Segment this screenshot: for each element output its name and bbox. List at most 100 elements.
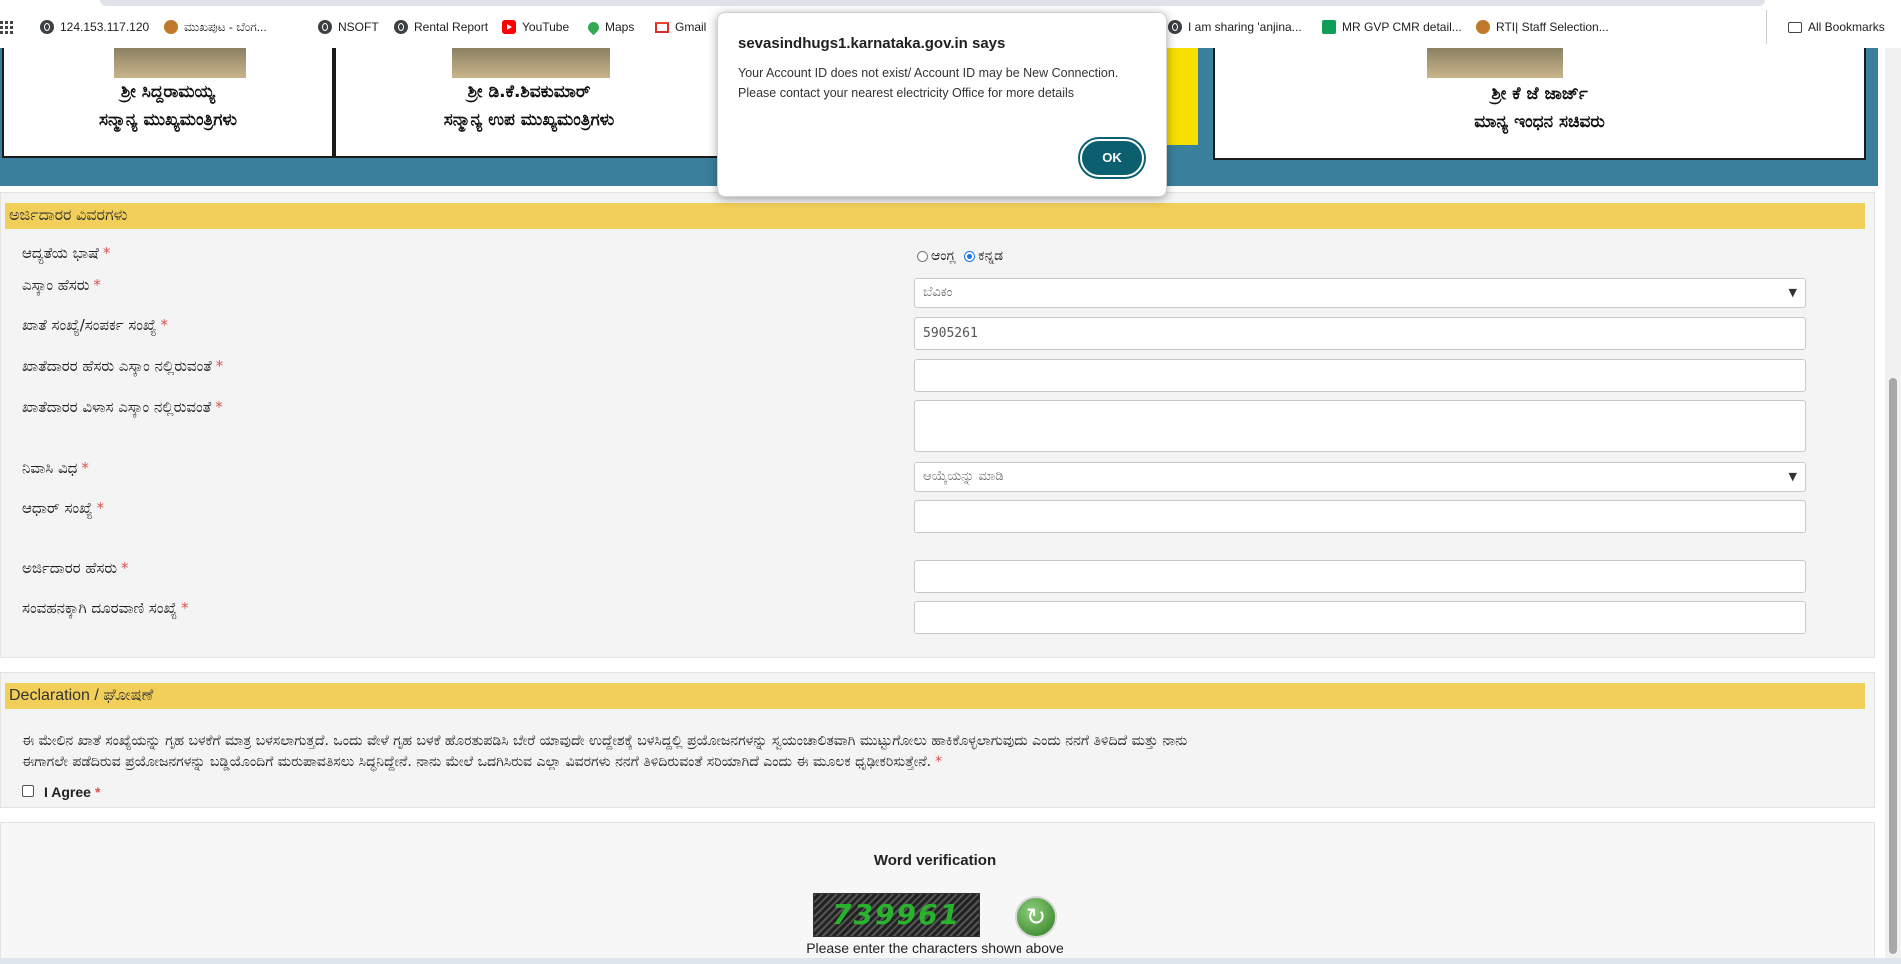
scrollbar[interactable]	[1885, 48, 1901, 964]
gmail-icon	[655, 21, 669, 33]
required-mark: *	[121, 559, 129, 577]
leader-title: ಸನ್ಮಾನ್ಯ ಉಪ ಮುಖ್ಯಮಂತ್ರಿಗಳು	[443, 110, 615, 130]
bookmark-item[interactable]: YouTube	[502, 16, 569, 38]
bookmark-item[interactable]: Maps	[585, 16, 635, 38]
holder-name-label: ಖಾತೆದಾರರ ಹೆಸರು ಎಸ್ಕಾಂ ನಲ್ಲಿರುವಂತೆ *	[22, 357, 223, 375]
language-label: ಆದ್ಯತೆಯ ಭಾಷೆ *	[22, 244, 110, 262]
label-text: ಖಾತೆ ಸಂಖ್ಯೆ/ಸಂಪರ್ಕ ಸಂಖ್ಯೆ	[22, 316, 157, 334]
bookmark-label: ಮುಖಪುಟ - ಬೆಂಗ...	[184, 19, 267, 34]
agree-label: I Agree *	[44, 784, 100, 800]
leader-name: ಶ್ರೀ ಸಿದ್ದರಾಮಯ್ಯ	[120, 82, 216, 102]
label-text: ಖಾತೆದಾರರ ವಿಳಾಸ ಎಸ್ಕಾಂ ನಲ್ಲಿರುವಂತೆ	[22, 398, 212, 416]
globe-icon	[1168, 20, 1182, 34]
bookmark-label: Rental Report	[414, 20, 489, 34]
maps-icon	[585, 19, 602, 35]
phone-label: ಸಂವಹನಕ್ಕಾಗಿ ದೂರವಾಣಿ ಸಂಖ್ಯೆ *	[22, 599, 189, 617]
ok-button[interactable]: OK	[1080, 139, 1144, 177]
captcha-hint: Please enter the characters shown above	[806, 940, 1064, 956]
language-radio-group: ಆಂಗ್ಲ ಕನ್ನಡ	[917, 248, 1003, 264]
all-bookmarks-label: All Bookmarks	[1808, 20, 1885, 34]
bookmark-label: RTI| Staff Selection...	[1496, 20, 1609, 34]
globe-icon	[40, 20, 54, 34]
captcha-title: Word verification	[873, 852, 997, 869]
bookmark-item[interactable]: RTI| Staff Selection...	[1476, 16, 1609, 38]
leader-title: ಮಾನ್ಯ ಇಂಧನ ಸಚಿವರು	[1474, 112, 1605, 132]
leader-title: ಸನ್ಮಾನ್ಯ ಮುಖ್ಯಮಂತ್ರಿಗಳು	[98, 110, 238, 130]
radio-kannada[interactable]	[964, 250, 976, 262]
dialog-message: Please contact your nearest electricity …	[738, 86, 1075, 100]
label-text: ನಿವಾಸಿ ವಿಧ	[22, 459, 78, 477]
holder-address-label: ಖಾತೆದಾರರ ವಿಳಾಸ ಎಸ್ಕಾಂ ನಲ್ಲಿರುವಂತೆ *	[22, 398, 223, 416]
holder-address-textarea[interactable]	[914, 400, 1806, 452]
bookmark-item[interactable]: Rental Report	[394, 16, 488, 38]
required-mark: *	[215, 357, 224, 375]
applicant-name-input[interactable]	[914, 560, 1806, 593]
apps-icon[interactable]	[0, 16, 13, 38]
leader-name: ಶ್ರೀ ಡಿ.ಕೆ.ಶಿವಕುಮಾರ್	[467, 82, 591, 102]
label-text: ಖಾತೆದಾರರ ಹೆಸರು ಎಸ್ಕಾಂ ನಲ್ಲಿರುವಂತೆ	[22, 357, 212, 375]
leader-photo	[1427, 48, 1563, 78]
required-mark: *	[81, 459, 89, 477]
label-text: ಆಧಾರ್ ಸಂಖ್ಯೆ	[22, 499, 93, 517]
captcha-image: 739961	[813, 893, 980, 937]
radio-english-label: ಆಂಗ್ಲ	[931, 248, 956, 264]
bookmark-label: MR GVP CMR detail...	[1342, 20, 1462, 34]
radio-english[interactable]	[917, 250, 928, 262]
folder-icon	[1788, 21, 1802, 33]
aadhaar-label: ಆಧಾರ್ ಸಂಖ್ಯೆ *	[22, 499, 104, 517]
bookmark-label: 124.153.117.120	[60, 20, 150, 34]
leader-card: ಶ್ರೀ ಸಿದ್ದರಾಮಯ್ಯ ಸನ್ಮಾನ್ಯ ಮುಖ್ಯಮಂತ್ರಿಗಳು	[2, 48, 334, 158]
emblem-icon	[164, 20, 178, 34]
required-mark: *	[181, 599, 189, 617]
bookmark-item[interactable]: MR GVP CMR detail...	[1322, 16, 1462, 38]
bottom-edge	[0, 958, 1901, 964]
sheets-icon	[1322, 20, 1336, 34]
bookmark-item[interactable]: NSOFT	[318, 16, 379, 38]
aadhaar-input[interactable]	[914, 500, 1806, 533]
declaration-line: ಈಗಾಗಲೇ ಪಡೆದಿರುವ ಪ್ರಯೋಜನಗಳನ್ನು ಬಡ್ಡಿಯೊಂದಿ…	[22, 754, 932, 770]
applicant-name-label: ಅರ್ಜಿದಾರರ ಹೆಸರು *	[22, 559, 129, 577]
required-mark: *	[160, 316, 169, 334]
required-mark: *	[93, 276, 101, 294]
bookmarks-divider	[1766, 10, 1767, 44]
label-text: ಎಸ್ಕಾಂ ಹೆಸರು	[22, 276, 90, 294]
required-mark: *	[935, 754, 943, 770]
radio-kannada-label: ಕನ್ನಡ	[978, 248, 1004, 264]
globe-icon	[394, 20, 408, 34]
omnibox-edge	[100, 0, 1765, 6]
required-mark: *	[96, 499, 105, 517]
required-mark: *	[94, 784, 101, 800]
holder-name-input[interactable]	[914, 359, 1806, 392]
label-text: ಅರ್ಜಿದಾರರ ಹೆಸರು	[22, 559, 118, 577]
chevron-down-icon: ▼	[1788, 470, 1797, 483]
all-bookmarks-button[interactable]: All Bookmarks	[1788, 16, 1885, 38]
bookmark-item[interactable]: ಮುಖಪುಟ - ಬೆಂಗ...	[164, 16, 267, 38]
escom-value: ಬೆವಿಕಂ	[923, 285, 953, 300]
declaration-line: ಈ ಮೇಲಿನ ಖಾತೆ ಸಂಖ್ಯೆಯನ್ನು ಗೃಹ ಬಳಕೆಗೆ ಮಾತ್…	[22, 733, 1188, 749]
bookmark-label: Maps	[605, 20, 635, 34]
escom-select[interactable]: ಬೆವಿಕಂ ▼	[914, 278, 1806, 308]
scrollbar-thumb[interactable]	[1889, 378, 1897, 954]
bookmark-label: I am sharing 'anjina...	[1188, 20, 1302, 34]
agree-checkbox[interactable]	[22, 785, 34, 797]
leader-photo	[114, 48, 246, 78]
bookmark-label: YouTube	[522, 20, 570, 34]
applicant-section-header: ಅರ್ಜಿದಾರರ ವಿವರಗಳು	[5, 203, 1865, 229]
leader-card: ಶ್ರೀ ಡಿ.ಕೆ.ಶಿವಕುಮಾರ್ ಸನ್ಮಾನ್ಯ ಉಪ ಮುಖ್ಯಮಂ…	[334, 48, 724, 158]
account-value: 5905261	[923, 326, 978, 341]
account-input[interactable]: 5905261	[914, 317, 1806, 350]
bookmark-item[interactable]: 124.153.117.120	[40, 16, 149, 38]
section-title: Declaration / ಘೋಷಣೆ	[9, 687, 154, 704]
alert-dialog: sevasindhugs1.karnataka.gov.in says Your…	[717, 12, 1167, 197]
residence-select[interactable]: ಆಯ್ಕೆಯನ್ನು ಮಾಡಿ ▼	[914, 462, 1806, 492]
youtube-icon	[502, 20, 516, 34]
dialog-title: sevasindhugs1.karnataka.gov.in says	[738, 35, 1006, 52]
bookmark-item[interactable]: I am sharing 'anjina...	[1168, 16, 1302, 38]
bookmark-item[interactable]: Gmail	[655, 16, 706, 38]
dialog-message: Your Account ID does not exist/ Account …	[738, 66, 1119, 80]
section-title: ಅರ್ಜಿದಾರರ ವಿವರಗಳು	[9, 207, 128, 224]
refresh-icon[interactable]: ↻	[1015, 896, 1057, 938]
phone-input[interactable]	[914, 601, 1806, 634]
leader-name: ಶ್ರೀ ಕೆ ಜೆ ಜಾರ್ಜ್	[1491, 84, 1588, 104]
leader-photo	[452, 48, 610, 78]
